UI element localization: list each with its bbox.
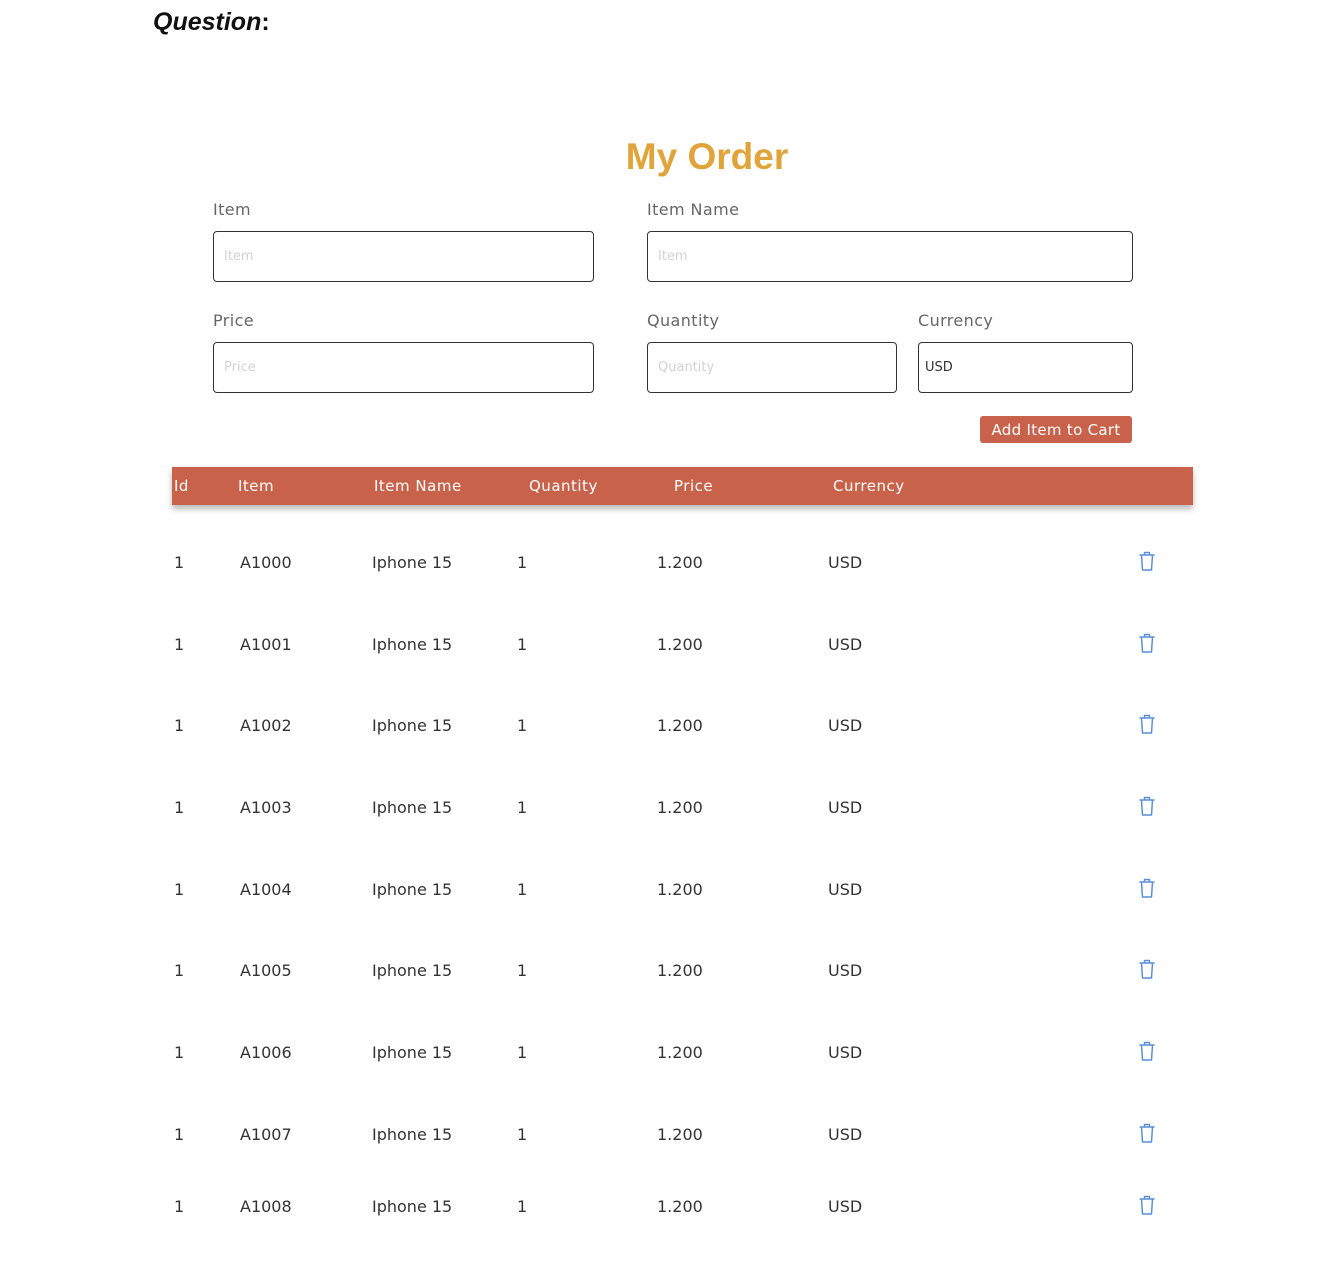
cell-quantity: 1 (517, 1043, 528, 1062)
item-input[interactable] (213, 231, 594, 282)
cell-id: 1 (174, 1043, 185, 1062)
trash-icon[interactable] (1138, 795, 1156, 817)
cell-currency: USD (828, 1197, 863, 1216)
cell-currency: USD (828, 553, 863, 572)
cell-quantity: 1 (517, 1125, 528, 1144)
header-currency: Currency (833, 477, 905, 495)
cell-currency: USD (828, 880, 863, 899)
currency-label: Currency (918, 311, 994, 330)
trash-icon[interactable] (1138, 550, 1156, 572)
price-label: Price (213, 311, 255, 330)
quantity-label: Quantity (647, 311, 720, 330)
header-quantity: Quantity (529, 477, 598, 495)
cell-quantity: 1 (517, 716, 528, 735)
cell-quantity: 1 (517, 1197, 528, 1216)
header-item: Item (238, 477, 275, 495)
currency-input[interactable] (918, 342, 1133, 393)
question-heading: Question: (153, 8, 270, 37)
cell-id: 1 (174, 961, 185, 980)
header-price: Price (674, 477, 714, 495)
price-input[interactable] (213, 342, 594, 393)
trash-icon[interactable] (1138, 632, 1156, 654)
page-title: My Order (625, 136, 789, 177)
cell-item: A1007 (240, 1125, 292, 1144)
cell-price: 1.200 (657, 961, 703, 980)
cell-item: A1003 (240, 798, 292, 817)
cell-item: A1002 (240, 716, 292, 735)
table-row: 1 A1001 Iphone 15 1 1.200 USD (0, 632, 1328, 665)
cell-id: 1 (174, 716, 185, 735)
cell-item-name: Iphone 15 (372, 1197, 453, 1216)
cell-currency: USD (828, 635, 863, 654)
cell-currency: USD (828, 716, 863, 735)
trash-icon[interactable] (1138, 713, 1156, 735)
cell-item-name: Iphone 15 (372, 635, 453, 654)
cell-item-name: Iphone 15 (372, 880, 453, 899)
table-row: 1 A1003 Iphone 15 1 1.200 USD (0, 795, 1328, 828)
cell-quantity: 1 (517, 635, 528, 654)
cell-price: 1.200 (657, 880, 703, 899)
item-name-label: Item Name (647, 200, 740, 219)
add-item-to-cart-button[interactable]: Add Item to Cart (980, 416, 1132, 443)
cell-id: 1 (174, 798, 185, 817)
header-item-name: Item Name (374, 477, 462, 495)
cell-item-name: Iphone 15 (372, 798, 453, 817)
cell-price: 1.200 (657, 798, 703, 817)
cell-price: 1.200 (657, 1125, 703, 1144)
cell-id: 1 (174, 635, 185, 654)
table-row: 1 A1006 Iphone 15 1 1.200 USD (0, 1040, 1328, 1073)
cell-id: 1 (174, 1125, 185, 1144)
cell-item: A1005 (240, 961, 292, 980)
cell-id: 1 (174, 880, 185, 899)
cell-currency: USD (828, 1125, 863, 1144)
table-row: 1 A1008 Iphone 15 1 1.200 USD (0, 1194, 1328, 1227)
cell-item: A1000 (240, 553, 292, 572)
cell-id: 1 (174, 553, 185, 572)
trash-icon[interactable] (1138, 877, 1156, 899)
cell-quantity: 1 (517, 961, 528, 980)
cell-price: 1.200 (657, 1043, 703, 1062)
cell-item-name: Iphone 15 (372, 1043, 453, 1062)
cell-currency: USD (828, 961, 863, 980)
page: Question: My Order Item Item Name Price … (0, 0, 1328, 1275)
header-id: Id (174, 477, 189, 495)
cell-currency: USD (828, 1043, 863, 1062)
cell-item-name: Iphone 15 (372, 961, 453, 980)
trash-icon[interactable] (1138, 1194, 1156, 1216)
cell-item: A1004 (240, 880, 292, 899)
table-header: Id Item Item Name Quantity Price Currenc… (172, 467, 1193, 505)
cell-price: 1.200 (657, 1197, 703, 1216)
table-row: 1 A1000 Iphone 15 1 1.200 USD (0, 550, 1328, 583)
cell-item-name: Iphone 15 (372, 553, 453, 572)
trash-icon[interactable] (1138, 958, 1156, 980)
cell-item: A1001 (240, 635, 292, 654)
table-row: 1 A1005 Iphone 15 1 1.200 USD (0, 958, 1328, 991)
cell-item-name: Iphone 15 (372, 716, 453, 735)
cell-currency: USD (828, 798, 863, 817)
question-colon: : (261, 8, 270, 36)
cell-item: A1006 (240, 1043, 292, 1062)
table-row: 1 A1007 Iphone 15 1 1.200 USD (0, 1122, 1328, 1155)
cell-item: A1008 (240, 1197, 292, 1216)
trash-icon[interactable] (1138, 1040, 1156, 1062)
trash-icon[interactable] (1138, 1122, 1156, 1144)
cell-price: 1.200 (657, 635, 703, 654)
cell-item-name: Iphone 15 (372, 1125, 453, 1144)
cell-quantity: 1 (517, 553, 528, 572)
cell-id: 1 (174, 1197, 185, 1216)
table-row: 1 A1002 Iphone 15 1 1.200 USD (0, 713, 1328, 746)
cell-price: 1.200 (657, 553, 703, 572)
item-label: Item (213, 200, 252, 219)
cell-quantity: 1 (517, 798, 528, 817)
table-row: 1 A1004 Iphone 15 1 1.200 USD (0, 877, 1328, 910)
quantity-input[interactable] (647, 342, 897, 393)
question-label: Question (153, 8, 262, 36)
cell-price: 1.200 (657, 716, 703, 735)
cell-quantity: 1 (517, 880, 528, 899)
item-name-input[interactable] (647, 231, 1133, 282)
